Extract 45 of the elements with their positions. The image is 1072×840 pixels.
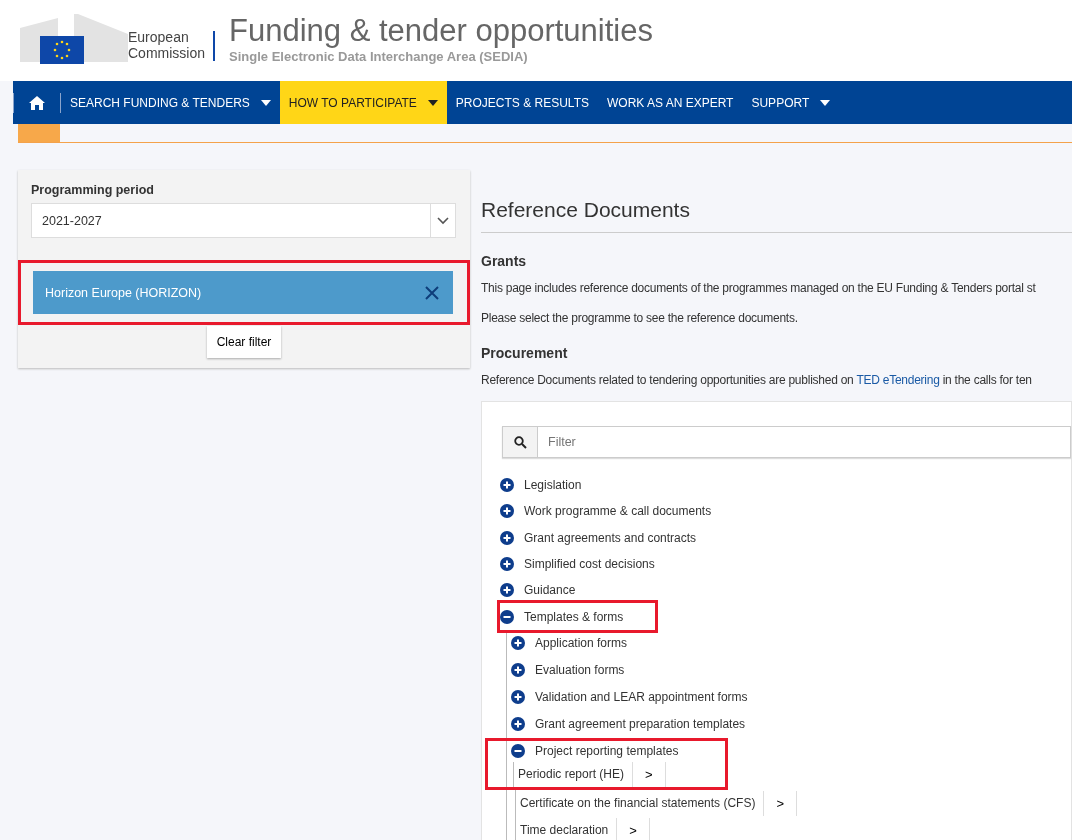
org-name: European <box>128 29 190 45</box>
link[interactable]: TED eTendering <box>856 373 940 387</box>
tree-item[interactable]: Simplified cost decisions <box>498 550 1071 578</box>
caret-icon[interactable] <box>260 99 271 106</box>
search-icon <box>513 435 527 449</box>
tree-item[interactable]: Templates & forms <box>500 603 655 630</box>
site-title: Funding & tender opportunities <box>229 12 653 49</box>
caret-icon[interactable] <box>427 99 438 106</box>
nav-tab[interactable]: PROJECTS & RESULTS <box>446 81 598 124</box>
nav-tab[interactable]: SUPPORT <box>742 81 840 124</box>
nav-tab[interactable]: HOW TO PARTICIPATE <box>279 81 447 124</box>
tree-item[interactable]: Project reporting templates <box>509 740 725 762</box>
tree-item[interactable]: Evaluation forms <box>509 659 1068 681</box>
home-icon[interactable] <box>28 94 46 111</box>
site-subtitle: Single Electronic Data Interchange Area (SEDIA) <box>229 48 529 64</box>
paragraph: Reference Documents related to tendering opportunities are published on TED eTendering in the calls for ten <box>481 373 1033 387</box>
document-name[interactable]: Periodic report (HE) <box>518 767 625 782</box>
filter-field[interactable]: Filter <box>502 426 1071 458</box>
paragraph: Please select the programme to see the reference documents. <box>481 311 799 325</box>
document-name[interactable]: Certificate on the financial statements (CFS) <box>520 796 756 811</box>
section-heading: Procurement <box>481 345 569 361</box>
tree-item[interactable]: Work programme & call documents <box>498 498 1071 525</box>
document-open-button[interactable]: > <box>763 790 798 816</box>
document-open-button[interactable]: > <box>616 817 650 840</box>
nav-tab[interactable]: WORK AS AN EXPERT <box>597 81 743 124</box>
caret-icon[interactable] <box>820 99 831 106</box>
tree-item[interactable]: Validation and LEAR appointment forms <box>509 686 1068 708</box>
section-heading: Grants <box>481 253 528 269</box>
tree-item[interactable]: Legislation <box>498 472 1071 499</box>
tree-item[interactable]: Guidance <box>498 577 1071 604</box>
nav-tab[interactable]: SEARCH FUNDING & TENDERS <box>61 81 280 124</box>
page-heading: Reference Documents <box>481 198 1072 233</box>
field-label: Programming period <box>30 182 155 199</box>
document-name[interactable]: Time declaration <box>520 823 609 838</box>
document-open-button[interactable]: > <box>632 761 666 787</box>
tree-item[interactable]: Application forms <box>509 632 1068 654</box>
period-select[interactable]: 2021-2027 <box>31 203 456 238</box>
paragraph: This page includes reference documents of the programmes managed on the EU Funding & Tenders portal st <box>481 281 1037 295</box>
chevron-down-icon <box>437 216 449 225</box>
tree-item[interactable]: Grant agreements and contracts <box>498 524 1071 551</box>
commission-logo-icon <box>18 12 130 64</box>
clear-filter-button[interactable]: Clear filter <box>206 326 282 358</box>
close-icon[interactable] <box>425 285 439 300</box>
tree-item[interactable]: Grant agreement preparation templates <box>509 713 1068 735</box>
org-name: Commission <box>128 45 205 61</box>
